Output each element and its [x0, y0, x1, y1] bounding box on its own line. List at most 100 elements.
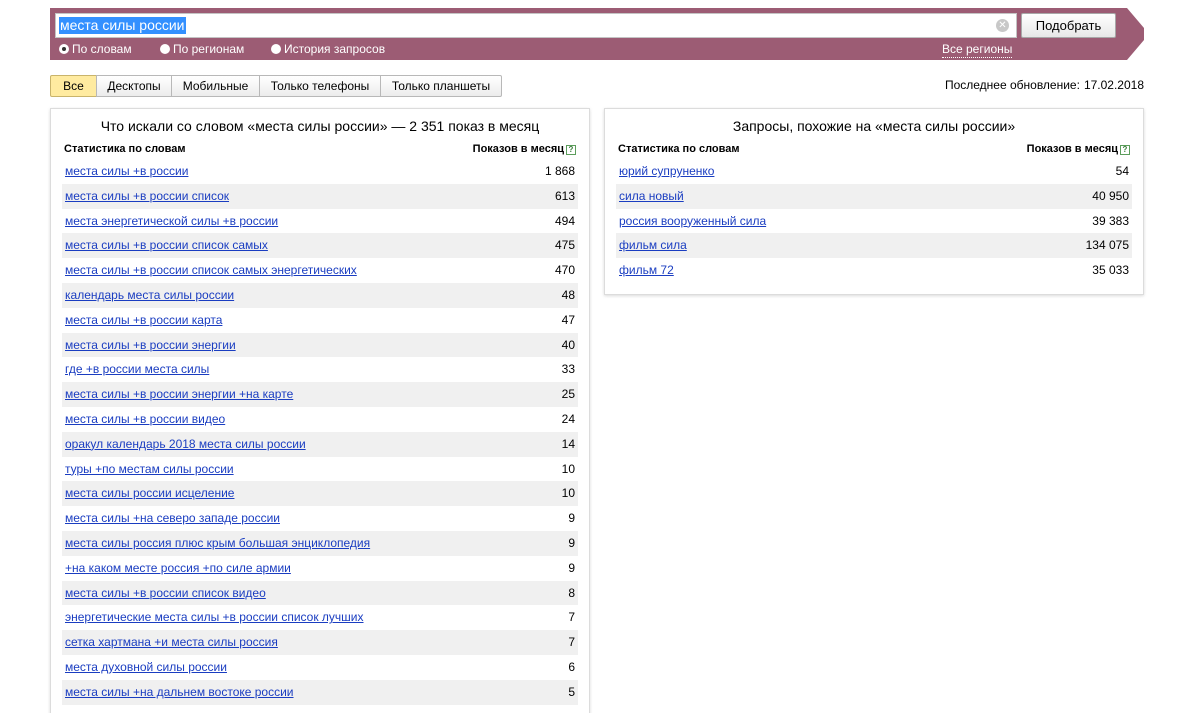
query-link[interactable]: фильм 72	[619, 263, 674, 277]
search-query-text[interactable]: места силы россии	[59, 17, 186, 34]
table-row: места силы +в россии 1 868	[62, 159, 578, 184]
table-row: места силы россии исцеление 10	[62, 481, 578, 507]
table-row: +на каком месте россия +по силе армии 9	[62, 556, 578, 581]
table-row: места силы +в россии энергии +на карте 25	[62, 382, 578, 407]
impressions-count: 47	[561, 312, 575, 327]
query-link[interactable]: оракул календарь 2018 места силы россии	[65, 437, 306, 451]
query-link[interactable]: места энергетической силы +в россии	[65, 214, 278, 228]
query-link[interactable]: сила новый	[619, 189, 684, 203]
query-link[interactable]: места силы +в россии энергии +на карте	[65, 387, 293, 401]
table-row: места силы россия плюс крым большая энци…	[62, 530, 578, 556]
radio-history[interactable]: История запросов	[271, 41, 385, 57]
radio-checked-icon	[59, 44, 69, 54]
similar-queries-panel: Запросы, похожие на «места силы россии» …	[604, 108, 1144, 295]
query-link[interactable]: +на каком месте россия +по силе армии	[65, 561, 291, 575]
query-link[interactable]: места силы +на дальнем востоке россии	[65, 685, 294, 699]
table-row: места силы +на дальнем востоке россии 5	[62, 679, 578, 705]
query-link[interactable]: места духовной силы россии	[65, 660, 227, 674]
impressions-count: 39 383	[1092, 213, 1129, 228]
column-header-count-label: Показов в месяц	[472, 143, 564, 155]
impressions-count: 613	[554, 188, 575, 203]
all-regions-link[interactable]: Все регионы	[942, 41, 1013, 58]
query-link[interactable]: юрий супруненко	[619, 164, 714, 178]
column-header-count-label: Показов в месяц	[1026, 143, 1118, 155]
impressions-count: 7	[568, 635, 575, 650]
panel-title: Что искали со словом «места силы россии»…	[100, 118, 540, 134]
table-row: фильм 72 35 033	[616, 258, 1132, 283]
tab-mobile[interactable]: Мобильные	[171, 75, 260, 97]
impressions-count: 10	[561, 486, 575, 501]
radio-icon	[271, 44, 281, 54]
table-row: где +в россии места силы 33	[62, 357, 578, 382]
table-row: места силы +в россии видео 24	[62, 407, 578, 432]
impressions-count: 35 033	[1092, 263, 1129, 278]
query-link[interactable]: места силы россия плюс крым большая энци…	[65, 536, 370, 550]
table-row: энергетические места силы +в россии спис…	[62, 605, 578, 630]
table-row: оракул календарь 2018 места силы россии 1…	[62, 431, 578, 457]
table-row: места силы +в россии список самых 475	[62, 233, 578, 259]
tab-phones-only[interactable]: Только телефоны	[259, 75, 381, 97]
last-updated-label: Последнее обновление:	[944, 78, 1080, 92]
query-link[interactable]: места силы +в россии список	[65, 189, 229, 203]
query-link[interactable]: фильм сила	[619, 238, 687, 252]
impressions-count: 6	[568, 659, 575, 674]
radio-by-words[interactable]: По словам	[59, 41, 132, 57]
impressions-count: 7	[568, 610, 575, 625]
clear-icon[interactable]: ✕	[996, 19, 1009, 32]
column-header-count: Показов в месяц?	[473, 143, 576, 155]
table-row: фильм сила 134 075	[616, 233, 1132, 259]
table-row: места силы +в россии список 613	[62, 183, 578, 209]
help-icon[interactable]: ?	[1120, 145, 1130, 155]
search-stats-panel: Что искали со словом «места силы россии»…	[50, 108, 590, 713]
query-link[interactable]: места силы россии исцеление	[65, 486, 234, 500]
impressions-count: 24	[561, 411, 575, 426]
impressions-count: 475	[554, 238, 575, 253]
query-link[interactable]: места силы +на северо западе россии	[65, 511, 280, 525]
table-row: места силы +в россии карта 47	[62, 308, 578, 333]
table-row: места силы +в россии список видео 8	[62, 580, 578, 606]
query-link[interactable]: туры +по местам силы россии	[65, 462, 234, 476]
table-row: туры +по местам силы россии 10	[62, 457, 578, 482]
query-link[interactable]: места силы +в россии список видео	[65, 586, 266, 600]
query-link[interactable]: места силы +в россии	[65, 164, 188, 178]
radio-label: По регионам	[173, 42, 245, 56]
radio-label: По словам	[72, 42, 132, 56]
impressions-count: 494	[554, 213, 575, 228]
query-link[interactable]: места силы +в россии карта	[65, 313, 222, 327]
query-link[interactable]: места силы +в россии энергии	[65, 338, 236, 352]
impressions-count: 33	[561, 362, 575, 377]
table-row: сетка хартмана +и места силы россия 7	[62, 630, 578, 655]
query-link[interactable]: места силы +в россии список самых энерге…	[65, 263, 357, 277]
help-icon[interactable]: ?	[566, 145, 576, 155]
impressions-count: 9	[568, 560, 575, 575]
device-tabs: Все Десктопы Мобильные Только телефоны Т…	[50, 75, 502, 97]
impressions-count: 8	[568, 585, 575, 600]
tab-all[interactable]: Все	[50, 75, 97, 97]
left-rows: места силы +в россии 1 868 места силы +в р…	[62, 159, 578, 705]
search-input[interactable]: места силы россии ✕	[55, 13, 1017, 38]
impressions-count: 54	[1115, 164, 1129, 178]
impressions-count: 5	[568, 684, 575, 699]
tab-desktops[interactable]: Десктопы	[96, 75, 172, 97]
impressions-count: 9	[568, 511, 575, 526]
query-link[interactable]: где +в россии места силы	[65, 362, 209, 376]
radio-by-regions[interactable]: По регионам	[160, 41, 244, 57]
submit-button[interactable]: Подобрать	[1021, 13, 1116, 38]
impressions-count: 25	[561, 387, 575, 402]
last-updated: Последнее обновление: 17.02.2018	[945, 78, 1144, 92]
query-link[interactable]: календарь места силы россии	[65, 288, 234, 302]
query-link[interactable]: сетка хартмана +и места силы россия	[65, 635, 278, 649]
query-link[interactable]: места силы +в россии видео	[65, 412, 225, 426]
impressions-count: 48	[561, 287, 575, 302]
table-row: места духовной силы россии 6	[62, 655, 578, 680]
query-link[interactable]: россия вооруженный сила	[619, 214, 766, 228]
table-row: юрий супруненко 54	[616, 159, 1132, 184]
table-row: места энергетической силы +в россии 494	[62, 209, 578, 234]
last-updated-date: 17.02.2018	[1083, 78, 1144, 92]
impressions-count: 9	[568, 535, 575, 550]
impressions-count: 14	[561, 436, 575, 451]
query-link[interactable]: энергетические места силы +в россии спис…	[65, 610, 364, 624]
query-link[interactable]: места силы +в россии список самых	[65, 238, 268, 252]
panel-title: Запросы, похожие на «места силы россии»	[732, 118, 1016, 134]
tab-tablets-only[interactable]: Только планшеты	[380, 75, 502, 97]
